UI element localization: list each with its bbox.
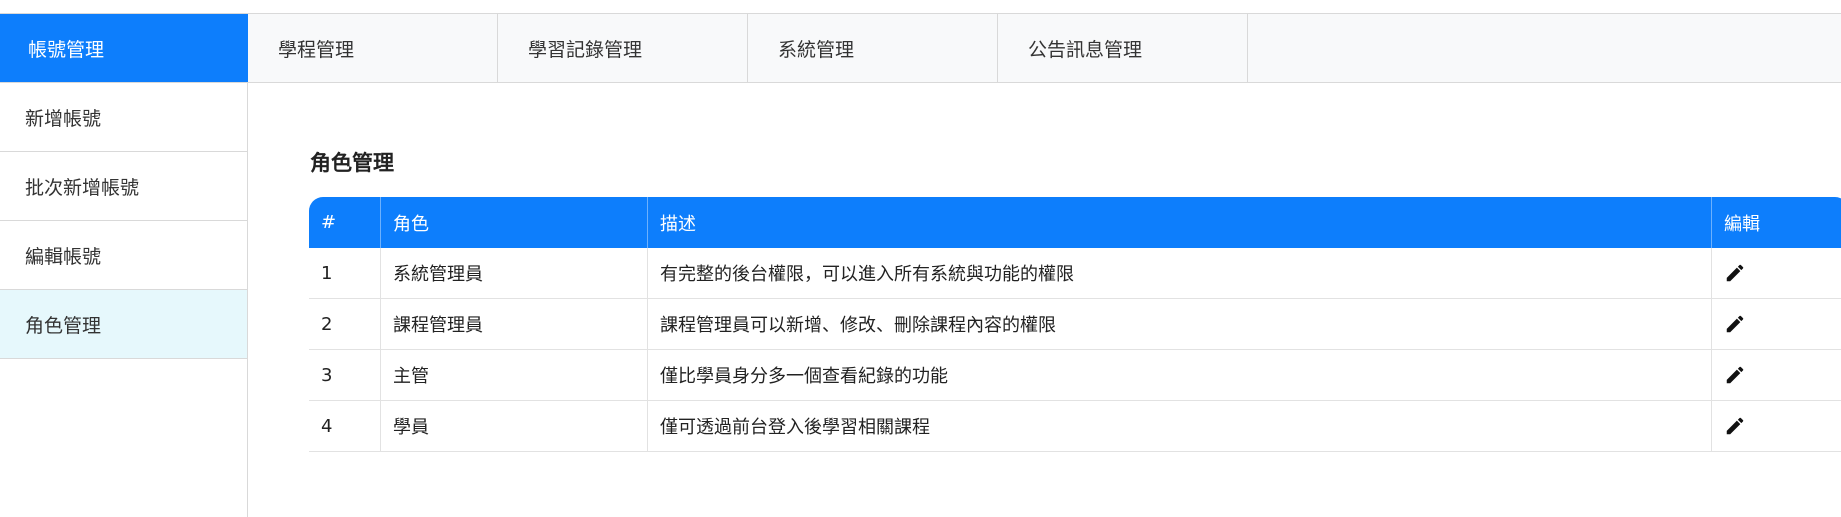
table-row: 1 系統管理員 有完整的後台權限，可以進入所有系統與功能的權限 xyxy=(309,248,1841,299)
sidebar-item-edit-account[interactable]: 編輯帳號 xyxy=(0,221,247,290)
row-role: 系統管理員 xyxy=(381,248,648,299)
header-description: 描述 xyxy=(648,197,1712,248)
row-description: 有完整的後台權限，可以進入所有系統與功能的權限 xyxy=(648,248,1712,299)
header-edit: 編輯 xyxy=(1712,197,1841,248)
header-number: # xyxy=(309,197,381,248)
top-nav: 帳號管理 學程管理 學習記錄管理 系統管理 公告訊息管理 xyxy=(0,13,1841,83)
sidebar: 新增帳號 批次新增帳號 編輯帳號 角色管理 xyxy=(0,83,248,517)
table-row: 3 主管 僅比學員身分多一個查看紀錄的功能 xyxy=(309,350,1841,401)
sidebar-item-role-management[interactable]: 角色管理 xyxy=(0,290,247,359)
row-description: 僅可透過前台登入後學習相關課程 xyxy=(648,401,1712,452)
row-role: 主管 xyxy=(381,350,648,401)
row-role: 課程管理員 xyxy=(381,299,648,350)
row-number: 4 xyxy=(309,401,381,452)
tab-program-management[interactable]: 學程管理 xyxy=(248,14,498,82)
tab-account-management[interactable]: 帳號管理 xyxy=(0,14,248,82)
pencil-icon[interactable] xyxy=(1724,313,1746,335)
roles-table: # 角色 描述 編輯 1 系統管理員 有完整的後台權限，可以進入所有系統與功能的… xyxy=(309,197,1841,452)
main-content: 角色管理 # 角色 描述 編輯 1 系統管理員 有完整的後台權限，可以進入所有系… xyxy=(248,83,1841,517)
row-edit-cell xyxy=(1712,350,1841,401)
sidebar-item-batch-add-accounts[interactable]: 批次新增帳號 xyxy=(0,152,247,221)
tab-learning-records[interactable]: 學習記錄管理 xyxy=(498,14,748,82)
row-number: 1 xyxy=(309,248,381,299)
table-header-row: # 角色 描述 編輯 xyxy=(309,197,1841,248)
row-role: 學員 xyxy=(381,401,648,452)
row-edit-cell xyxy=(1712,248,1841,299)
pencil-icon[interactable] xyxy=(1724,415,1746,437)
row-number: 2 xyxy=(309,299,381,350)
table-row: 2 課程管理員 課程管理員可以新增、修改、刪除課程內容的權限 xyxy=(309,299,1841,350)
tab-announcements[interactable]: 公告訊息管理 xyxy=(998,14,1248,82)
app: 帳號管理 學程管理 學習記錄管理 系統管理 公告訊息管理 新增帳號 批次新增帳號… xyxy=(0,0,1841,517)
pencil-icon[interactable] xyxy=(1724,262,1746,284)
sidebar-item-add-account[interactable]: 新增帳號 xyxy=(0,83,247,152)
row-number: 3 xyxy=(309,350,381,401)
row-edit-cell xyxy=(1712,299,1841,350)
row-description: 課程管理員可以新增、修改、刪除課程內容的權限 xyxy=(648,299,1712,350)
row-description: 僅比學員身分多一個查看紀錄的功能 xyxy=(648,350,1712,401)
header-role: 角色 xyxy=(381,197,648,248)
pencil-icon[interactable] xyxy=(1724,364,1746,386)
row-edit-cell xyxy=(1712,401,1841,452)
top-nav-filler xyxy=(1248,14,1841,82)
tab-system-management[interactable]: 系統管理 xyxy=(748,14,998,82)
table-row: 4 學員 僅可透過前台登入後學習相關課程 xyxy=(309,401,1841,452)
page-title: 角色管理 xyxy=(310,151,394,175)
